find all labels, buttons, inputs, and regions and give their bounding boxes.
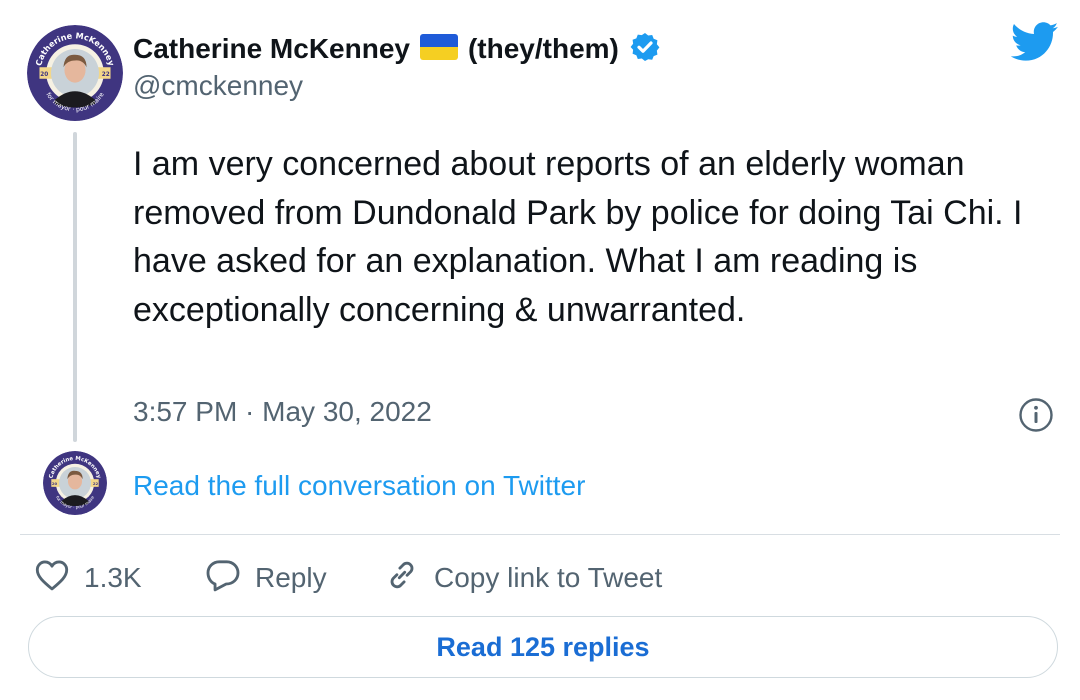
avatar-badge-year-right: 22 <box>102 72 110 78</box>
small-avatar-badge-year-right: 22 <box>93 481 99 486</box>
tweet-text: I am very concerned about reports of an … <box>133 145 1023 329</box>
author-name-row[interactable]: Catherine McKenney (they/them) <box>133 29 661 69</box>
reply-label: Reply <box>255 562 327 593</box>
author-avatar[interactable]: Catherine McKenney 20 22 for mayor · pou… <box>27 25 123 121</box>
avatar-badge-year-left: 20 <box>40 72 48 78</box>
author-handle[interactable]: @cmckenney <box>133 70 303 102</box>
small-avatar-badge-year-left: 20 <box>52 481 58 486</box>
speech-bubble-icon <box>205 558 241 599</box>
ukraine-flag-icon <box>419 33 458 65</box>
reply-button[interactable]: Reply <box>205 558 327 598</box>
copy-link-button[interactable]: Copy link to Tweet <box>384 558 662 598</box>
info-icon[interactable] <box>1018 397 1054 433</box>
read-conversation-link[interactable]: Read the full conversation on Twitter <box>133 470 585 502</box>
thread-line <box>73 132 77 442</box>
copy-link-label: Copy link to Tweet <box>434 562 663 593</box>
author-name[interactable]: Catherine McKenney <box>133 33 410 65</box>
conversation-avatar[interactable]: Catherine McKenney 20 22 for mayor · pou… <box>43 451 107 515</box>
twitter-bird-icon[interactable] <box>1010 22 1059 62</box>
author-pronouns: (they/them) <box>467 33 619 64</box>
tweet-timestamp[interactable]: 3:57 PM · May 30, 2022 <box>133 396 432 428</box>
like-count: 1.3K <box>84 562 142 593</box>
like-button[interactable]: 1.3K <box>34 558 142 598</box>
read-replies-button[interactable]: Read 125 replies <box>28 616 1058 678</box>
link-icon <box>384 557 420 600</box>
verified-badge-icon <box>629 31 661 68</box>
divider <box>20 534 1060 535</box>
heart-icon <box>34 558 70 599</box>
